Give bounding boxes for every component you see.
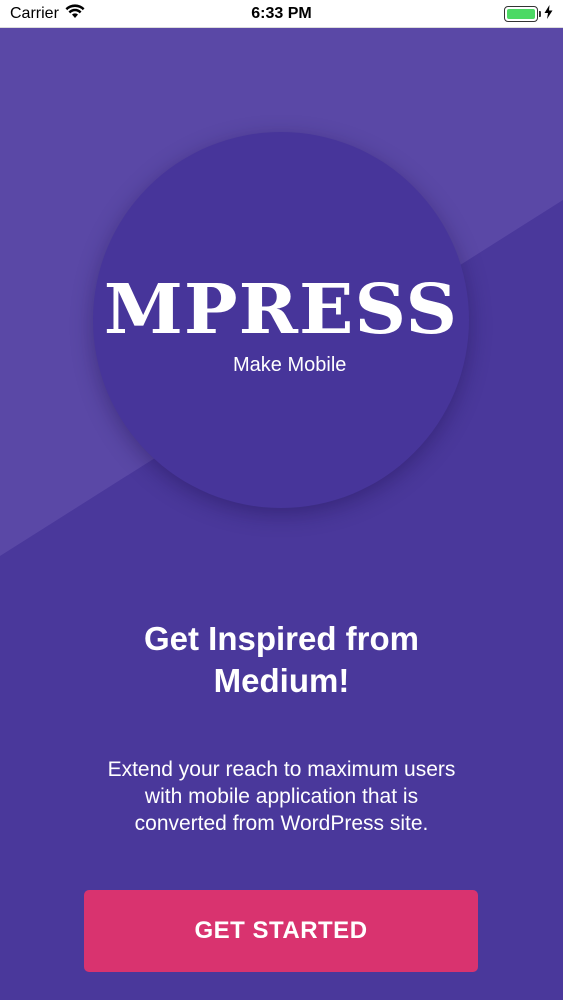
carrier-label: Carrier xyxy=(10,4,59,22)
wifi-icon xyxy=(65,3,85,24)
battery-icon xyxy=(504,5,541,22)
headline: Get Inspired from Medium! xyxy=(60,618,503,702)
description-line-1: Extend your reach to maximum users xyxy=(107,758,456,781)
bolt-icon xyxy=(544,5,553,22)
description: Extend your reach to maximum users with … xyxy=(60,756,503,837)
battery-fill xyxy=(507,8,535,19)
headline-line-1: Get Inspired from xyxy=(143,620,420,657)
status-right xyxy=(504,5,553,22)
description-line-3: converted from WordPress site. xyxy=(134,812,429,835)
get-started-button[interactable]: GET STARTED xyxy=(84,890,478,972)
status-left: Carrier xyxy=(10,3,85,24)
headline-line-2: Medium! xyxy=(213,662,350,699)
logo-title: MPRESS xyxy=(103,270,459,350)
logo-circle: MPRESS Make Mobile xyxy=(93,132,469,508)
welcome-screen: MPRESS Make Mobile Get Inspired from Med… xyxy=(0,28,563,1000)
status-bar: Carrier 6:33 PM xyxy=(0,0,563,28)
logo-subtitle: Make Mobile xyxy=(233,354,347,376)
description-line-2: with mobile application that is xyxy=(144,785,419,808)
